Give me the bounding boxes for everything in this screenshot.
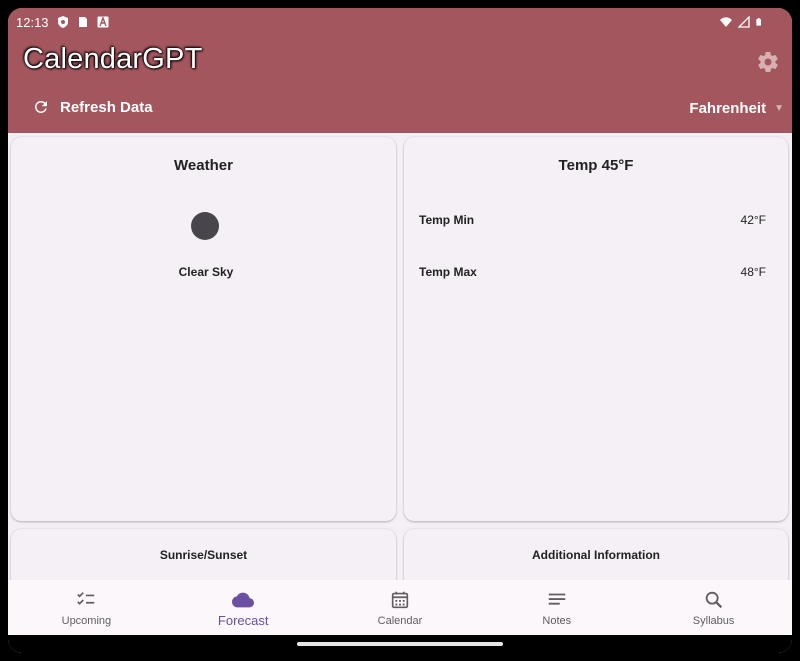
weather-condition-icon bbox=[191, 212, 219, 240]
refresh-label: Refresh Data bbox=[60, 98, 153, 116]
nav-item-upcoming[interactable]: Upcoming bbox=[8, 580, 165, 635]
additional-info-title: Additional Information bbox=[532, 548, 660, 562]
chevron-down-icon: ▼ bbox=[774, 103, 784, 114]
units-value: Fahrenheit bbox=[689, 100, 767, 117]
nav-item-syllabus[interactable]: Syllabus bbox=[635, 580, 792, 635]
refresh-data-button[interactable]: Refresh Data bbox=[32, 98, 153, 116]
nav-item-forecast[interactable]: Forecast bbox=[165, 580, 322, 635]
sunrise-sunset-title: Sunrise/Sunset bbox=[159, 548, 248, 562]
gesture-bar bbox=[8, 635, 792, 653]
temp-min-label: Temp Min bbox=[419, 213, 475, 227]
nav-label-notes: Notes bbox=[542, 615, 572, 627]
units-dropdown[interactable]: Fahrenheit ▼ bbox=[689, 100, 784, 117]
status-time: 12:13 bbox=[16, 14, 49, 30]
forecast-content: Weather Clear Sky Temp 45°F Temp Min 42°… bbox=[8, 133, 792, 589]
temp-min-value: 42°F bbox=[740, 213, 766, 227]
weather-card-title: Weather bbox=[174, 157, 233, 174]
a-icon bbox=[97, 16, 109, 28]
nav-label-forecast: Forecast bbox=[217, 613, 269, 628]
app-bar: 12:13 CalendarGPT Refresh Data Fahrenhei… bbox=[8, 8, 792, 133]
status-bar: 12:13 bbox=[8, 8, 792, 36]
weather-card: Weather Clear Sky bbox=[11, 137, 396, 521]
checklist-icon bbox=[77, 592, 95, 605]
temp-min-row: Temp Min 42°F bbox=[419, 213, 766, 227]
search-icon bbox=[705, 591, 722, 609]
settings-gear-icon[interactable] bbox=[756, 50, 780, 74]
app-title: CalendarGPT bbox=[23, 43, 203, 75]
refresh-icon bbox=[34, 100, 47, 113]
calendar-icon bbox=[391, 591, 409, 609]
temperature-card-title: Temp 45°F bbox=[558, 157, 634, 174]
weather-description: Clear Sky bbox=[178, 265, 234, 279]
nav-item-notes[interactable]: Notes bbox=[478, 580, 635, 635]
temperature-card: Temp 45°F Temp Min 42°F Temp Max 48°F bbox=[404, 137, 788, 521]
wifi-icon bbox=[720, 17, 732, 27]
nav-label-calendar: Calendar bbox=[377, 615, 423, 627]
signal-icon bbox=[738, 16, 750, 28]
nav-label-syllabus: Syllabus bbox=[692, 615, 735, 627]
nav-label-upcoming: Upcoming bbox=[61, 615, 112, 627]
nav-item-calendar[interactable]: Calendar bbox=[322, 580, 479, 635]
device-screen: 12:13 CalendarGPT Refresh Data Fahrenhei… bbox=[8, 8, 792, 653]
temp-max-value: 48°F bbox=[740, 265, 766, 279]
bottom-navigation: Upcoming Forecast Calendar Notes Syllabu… bbox=[8, 580, 792, 635]
shield-icon bbox=[57, 16, 68, 28]
temp-max-label: Temp Max bbox=[419, 265, 477, 279]
notes-icon bbox=[548, 593, 566, 605]
temp-max-row: Temp Max 48°F bbox=[419, 265, 766, 279]
sim-icon bbox=[78, 17, 87, 27]
home-gesture-handle[interactable] bbox=[297, 642, 503, 646]
cloud-icon bbox=[232, 592, 255, 608]
battery-icon bbox=[756, 18, 761, 26]
